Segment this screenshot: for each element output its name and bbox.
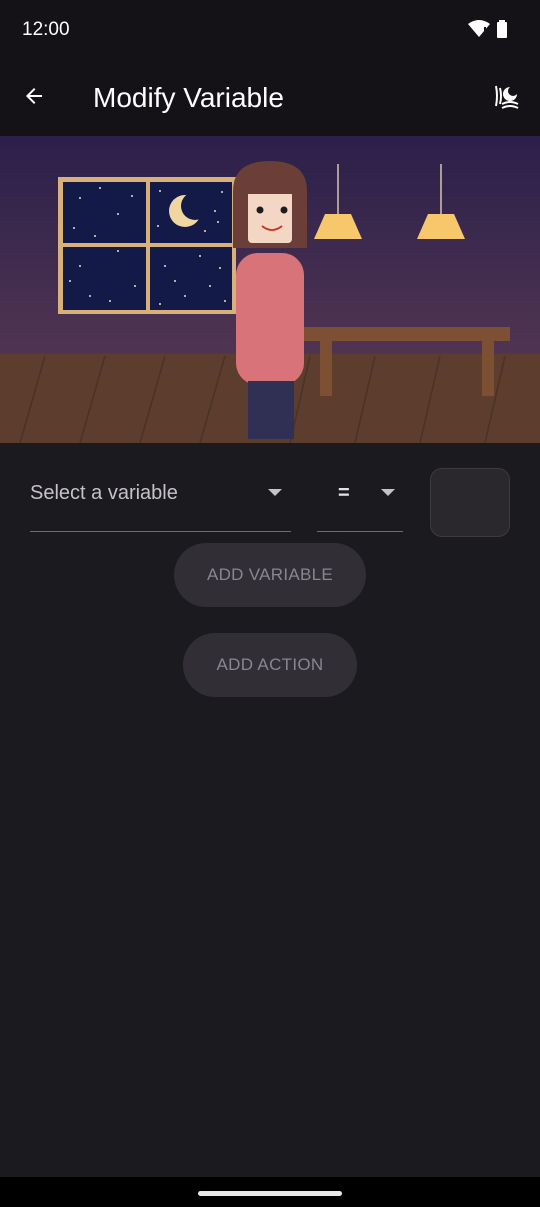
status-bar: 12:00 bbox=[0, 0, 540, 60]
chevron-down-icon bbox=[381, 489, 395, 496]
window bbox=[58, 177, 236, 314]
value-input[interactable] bbox=[430, 468, 510, 537]
add-action-button[interactable]: ADD ACTION bbox=[183, 633, 357, 697]
system-nav-bar bbox=[0, 1177, 540, 1207]
home-handle[interactable] bbox=[198, 1191, 342, 1196]
scene-graphic bbox=[0, 136, 540, 443]
scene-illustration bbox=[0, 136, 540, 443]
variable-placeholder: Select a variable bbox=[30, 482, 178, 504]
page-title: Modify Variable bbox=[93, 82, 284, 113]
operator-value: = bbox=[338, 482, 350, 504]
add-variable-label: ADD VARIABLE bbox=[206, 565, 334, 584]
wifi-icon bbox=[468, 20, 490, 43]
arrow-left-icon bbox=[22, 84, 46, 113]
operator-dropdown[interactable]: = bbox=[317, 468, 403, 532]
add-action-label: ADD ACTION bbox=[216, 655, 324, 674]
scene-button[interactable] bbox=[486, 78, 526, 118]
battery-icon bbox=[496, 20, 508, 43]
variable-dropdown[interactable]: Select a variable bbox=[30, 468, 291, 532]
app-bar: Modify Variable bbox=[0, 60, 540, 136]
chevron-down-icon bbox=[268, 489, 282, 496]
scene-icon bbox=[492, 82, 520, 115]
status-time: 12:00 bbox=[22, 19, 70, 40]
condition-row: Select a variable = bbox=[0, 443, 540, 543]
status-icons bbox=[468, 20, 508, 43]
add-variable-button[interactable]: ADD VARIABLE bbox=[174, 543, 366, 607]
back-button[interactable] bbox=[14, 78, 54, 118]
